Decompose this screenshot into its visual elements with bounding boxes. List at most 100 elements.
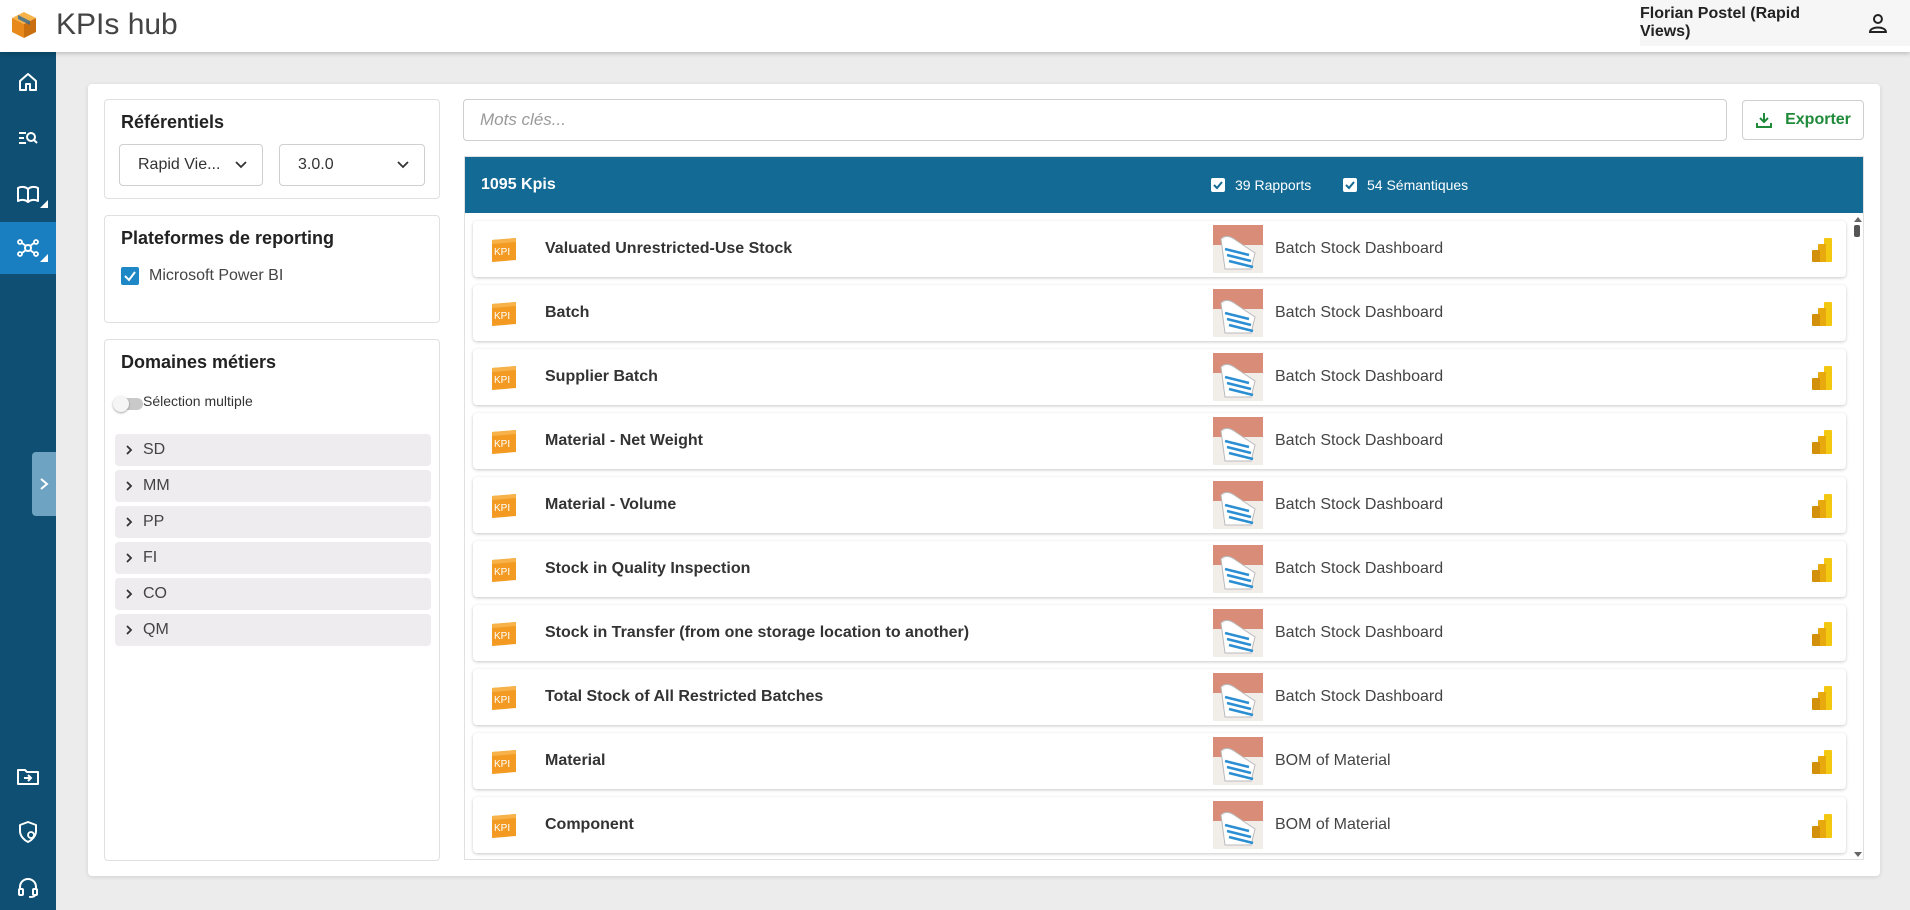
kpi-icon: KPI <box>492 366 516 390</box>
domaines-panel: Domaines métiers Sélection multiple SD M… <box>104 339 440 861</box>
powerbi-icon <box>1812 814 1832 838</box>
platform-checkbox[interactable] <box>121 267 139 285</box>
kpi-row[interactable]: KPI Supplier Batch Batch Stock Dashboard <box>473 349 1846 405</box>
report-name: BOM of Material <box>1275 816 1391 833</box>
svg-text:KPI: KPI <box>494 823 510 834</box>
kpi-row[interactable]: KPI Material - Net Weight Batch Stock Da… <box>473 413 1846 469</box>
user-icon[interactable] <box>1866 11 1890 35</box>
book-icon <box>17 185 39 203</box>
svg-text:KPI: KPI <box>494 503 510 514</box>
kpi-name: Supplier Batch <box>545 368 658 385</box>
sidebar-item-import[interactable] <box>0 750 56 802</box>
download-icon <box>1756 113 1773 128</box>
export-label: Exporter <box>1785 111 1851 128</box>
kpi-name: Stock in Transfer (from one storage loca… <box>545 624 970 641</box>
scroll-up-icon[interactable] <box>1854 217 1862 222</box>
list-scrollbar[interactable] <box>1853 217 1862 857</box>
kpi-name: Material <box>545 752 606 769</box>
sidebar-item-support[interactable] <box>0 862 56 910</box>
report-name: Batch Stock Dashboard <box>1275 432 1444 449</box>
reports-filter-label: 39 Rapports <box>1235 177 1312 193</box>
kpi-row[interactable]: KPI Total Stock of All Restricted Batche… <box>473 669 1846 725</box>
kpi-row[interactable]: KPI Valuated Unrestricted-Use Stock Batc… <box>473 221 1846 277</box>
svg-text:KPI: KPI <box>494 247 510 258</box>
home-icon <box>19 73 37 91</box>
plateformes-panel: Plateformes de reporting Microsoft Power… <box>104 215 440 323</box>
scroll-down-icon[interactable] <box>1854 852 1862 857</box>
keyword-search-input[interactable] <box>463 99 1727 141</box>
sidebar-item-home[interactable] <box>0 56 56 108</box>
report-thumbnail-icon <box>1213 417 1263 465</box>
results-header: 1095 Kpis 39 Rapports 54 Sémantiques <box>465 157 1863 213</box>
source-select-value: Rapid Vie... <box>138 156 221 173</box>
submenu-indicator-icon <box>40 200 48 208</box>
semantics-checkbox[interactable] <box>1343 178 1357 192</box>
domain-label: QM <box>143 621 169 638</box>
domain-item-qm[interactable]: QM <box>115 614 431 646</box>
chevron-down-icon <box>235 161 247 169</box>
shield-settings-icon <box>19 821 37 843</box>
chevron-right-icon <box>126 481 133 491</box>
report-thumbnail-icon <box>1213 481 1263 529</box>
domaines-title: Domaines métiers <box>121 352 277 372</box>
reports-checkbox[interactable] <box>1211 178 1225 192</box>
sidebar-item-admin[interactable] <box>0 806 56 858</box>
sidebar-item-network[interactable] <box>0 222 56 274</box>
export-button[interactable]: Exporter <box>1742 100 1864 140</box>
domain-label: PP <box>143 513 165 530</box>
reports-filter[interactable]: 39 Rapports <box>1211 177 1311 193</box>
kpi-icon: KPI <box>492 558 516 582</box>
version-select[interactable]: 3.0.0 <box>279 144 425 186</box>
domain-label: CO <box>143 585 167 602</box>
domain-item-sd[interactable]: SD <box>115 434 431 466</box>
report-name: Batch Stock Dashboard <box>1275 688 1444 705</box>
kpi-row[interactable]: KPI Batch Batch Stock Dashboard <box>473 285 1846 341</box>
kpi-name: Material - Net Weight <box>545 432 703 449</box>
report-name: Batch Stock Dashboard <box>1275 560 1444 577</box>
referentiels-title: Référentiels <box>121 112 225 132</box>
kpi-row[interactable]: KPI Stock in Transfer (from one storage … <box>473 605 1846 661</box>
chevron-right-icon <box>126 589 133 599</box>
report-thumbnail-icon <box>1213 545 1263 593</box>
chevron-right-icon <box>126 517 133 527</box>
semantics-filter-label: 54 Sémantiques <box>1367 177 1469 193</box>
import-folder-icon <box>17 769 39 785</box>
expand-panel-button[interactable] <box>32 452 56 516</box>
report-name: BOM of Material <box>1275 752 1391 769</box>
report-thumbnail-icon <box>1213 737 1263 785</box>
kpi-row[interactable]: KPI Material - Volume Batch Stock Dashbo… <box>473 477 1846 533</box>
sidebar-item-catalog[interactable] <box>0 168 56 220</box>
powerbi-icon <box>1812 622 1832 646</box>
kpi-results: 1095 Kpis 39 Rapports 54 Sémantiques KPI… <box>464 156 1864 860</box>
chevron-right-icon <box>126 553 133 563</box>
scroll-thumb[interactable] <box>1854 225 1860 237</box>
domain-item-mm[interactable]: MM <box>115 470 431 502</box>
source-select[interactable]: Rapid Vie... <box>119 144 263 186</box>
report-name: Batch Stock Dashboard <box>1275 304 1444 321</box>
check-icon <box>1345 181 1355 190</box>
kpi-row[interactable]: KPI Component BOM of Material <box>473 797 1846 853</box>
search-list-icon <box>19 132 38 144</box>
platform-label: Microsoft Power BI <box>149 267 284 284</box>
kpi-icon: KPI <box>492 302 516 326</box>
domain-item-fi[interactable]: FI <box>115 542 431 574</box>
kpi-name: Material - Volume <box>545 496 677 513</box>
platform-option-powerbi[interactable]: Microsoft Power BI <box>121 267 283 285</box>
kpi-row[interactable]: KPI Stock in Quality Inspection Batch St… <box>473 541 1846 597</box>
svg-text:KPI: KPI <box>494 695 510 706</box>
domain-item-co[interactable]: CO <box>115 578 431 610</box>
domain-item-pp[interactable]: PP <box>115 506 431 538</box>
domain-label: MM <box>143 477 170 494</box>
top-header: KPIs hub Florian Postel (Rapid Views) <box>0 0 1910 52</box>
chevron-right-icon <box>126 445 133 455</box>
chevron-right-icon <box>126 625 133 635</box>
sidebar-item-search-list[interactable] <box>0 112 56 164</box>
kpi-row[interactable]: KPI Material BOM of Material <box>473 733 1846 789</box>
report-thumbnail-icon <box>1213 225 1263 273</box>
report-thumbnail-icon <box>1213 609 1263 657</box>
multi-select-toggle[interactable] <box>113 396 143 412</box>
kpi-icon: KPI <box>492 686 516 710</box>
semantics-filter[interactable]: 54 Sémantiques <box>1343 177 1468 193</box>
user-menu[interactable]: Florian Postel (Rapid Views) <box>1640 0 1910 46</box>
powerbi-icon <box>1812 366 1832 390</box>
